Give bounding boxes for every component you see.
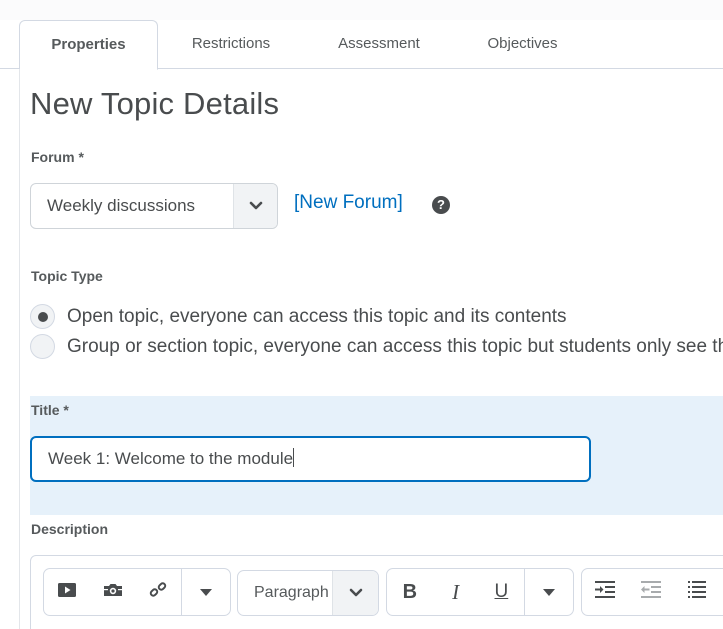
italic-button[interactable]: I (433, 569, 479, 615)
list-toolbar-group (581, 568, 723, 616)
forum-select-value: Weekly discussions (47, 196, 196, 215)
italic-icon: I (452, 579, 460, 604)
radio-open-topic[interactable]: Open topic, everyone can access this top… (30, 304, 567, 329)
forum-select[interactable]: Weekly discussions (30, 183, 278, 229)
forum-label: Forum * (31, 149, 84, 165)
title-input[interactable]: Week 1: Welcome to the module (30, 436, 591, 482)
format-select-value: Paragraph (254, 584, 329, 601)
insert-toolbar-group (43, 568, 231, 616)
insert-image-button[interactable] (90, 569, 136, 615)
chevron-down-icon (332, 571, 378, 615)
radio-group-topic[interactable]: Group or section topic, everyone can acc… (30, 334, 723, 359)
content-border (19, 68, 20, 629)
paragraph-format-select[interactable]: Paragraph (237, 570, 379, 616)
bold-button[interactable]: B (387, 569, 433, 615)
radio-button-unchecked[interactable] (30, 334, 55, 359)
tab-properties[interactable]: Properties (19, 20, 158, 70)
tab-objectives[interactable]: Objectives (470, 20, 575, 69)
bullet-list-icon (688, 581, 706, 603)
tab-restrictions[interactable]: Restrictions (170, 20, 292, 69)
underline-button[interactable]: U (479, 569, 525, 615)
description-label: Description (31, 521, 109, 537)
radio-label: Group or section topic, everyone can acc… (67, 335, 723, 357)
new-forum-link[interactable]: [New Forum] (294, 192, 403, 214)
caret-down-icon (543, 583, 556, 601)
outdent-button[interactable] (628, 569, 674, 615)
bold-icon: B (402, 580, 418, 603)
bullet-list-button[interactable] (674, 569, 720, 615)
help-icon[interactable]: ? (432, 196, 450, 214)
top-band (0, 0, 723, 20)
underline-icon: U (494, 581, 509, 602)
video-icon (57, 582, 76, 602)
link-icon (149, 581, 167, 604)
insert-more-button[interactable] (182, 569, 230, 615)
insert-video-button[interactable] (44, 569, 90, 615)
text-style-more-button[interactable] (525, 569, 573, 615)
outdent-icon (641, 581, 661, 603)
text-style-toolbar-group: B I U (386, 568, 574, 616)
caret-down-icon (200, 583, 213, 601)
title-input-value: Week 1: Welcome to the module (48, 449, 294, 468)
title-label: Title * (31, 402, 69, 418)
chevron-down-icon (233, 184, 277, 228)
indent-button[interactable] (582, 569, 628, 615)
radio-button-checked[interactable] (30, 304, 55, 329)
radio-label: Open topic, everyone can access this top… (67, 305, 567, 327)
camera-icon (103, 583, 123, 602)
topic-type-label: Topic Type (31, 268, 103, 284)
tab-assessment[interactable]: Assessment (320, 20, 438, 69)
text-cursor (293, 448, 295, 467)
insert-link-button[interactable] (136, 569, 182, 615)
indent-icon (595, 581, 615, 603)
page-title: New Topic Details (30, 86, 280, 121)
radio-dot (37, 311, 48, 322)
